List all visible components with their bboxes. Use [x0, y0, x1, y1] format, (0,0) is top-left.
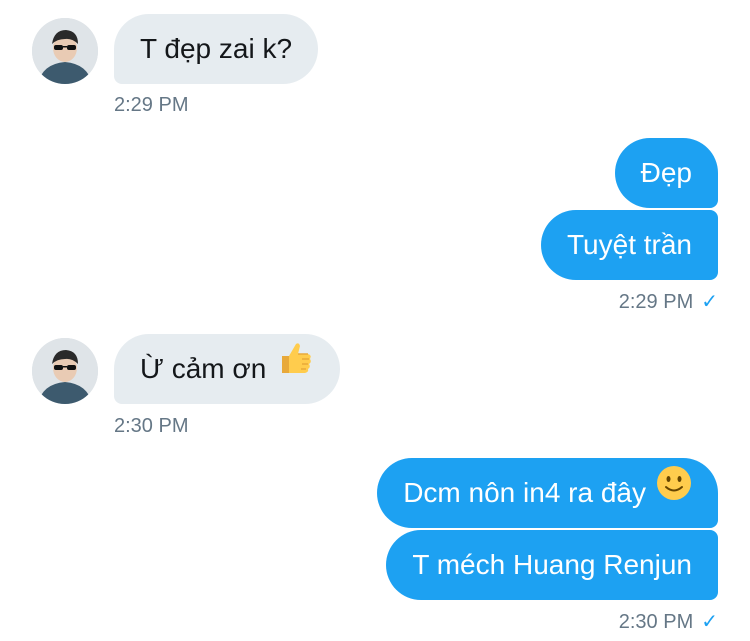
avatar-image	[32, 338, 98, 404]
avatar[interactable]	[32, 18, 98, 84]
incoming-message-bubble[interactable]: Ừ cảm ơn	[114, 333, 341, 404]
message-timestamp: 2:30 PM	[114, 414, 188, 438]
slightly-smiling-face-icon	[656, 457, 692, 527]
message-text: Dcm nôn in4 ra đây	[403, 477, 646, 508]
incoming-message-bubble[interactable]: T đẹp zai k?	[114, 14, 319, 84]
read-checkmark-icon: ✓	[701, 611, 718, 633]
message-text: T méch Huang Renjun	[412, 549, 692, 580]
avatar-image	[32, 18, 98, 84]
message-timestamp: 2:29 PM	[114, 93, 188, 117]
outgoing-message-bubble[interactable]: T méch Huang Renjun	[386, 530, 718, 600]
timestamp-text: 2:29 PM	[114, 94, 189, 116]
outgoing-message-bubble[interactable]: Dcm nôn in4 ra đây	[377, 458, 718, 528]
message-text: T đẹp zai k?	[140, 33, 293, 64]
timestamp-text: 2:30 PM	[618, 611, 694, 633]
dm-thread: T đẹp zai k? 2:29 PM Đẹp Tuyệt trần 2:29…	[0, 0, 750, 641]
outgoing-message-bubble[interactable]: Tuyệt trần	[540, 210, 718, 280]
thumbs-up-icon	[276, 333, 314, 403]
message-timestamp: 2:30 PM ✓	[619, 610, 718, 634]
message-text: Đẹp	[640, 157, 692, 188]
read-checkmark-icon: ✓	[701, 291, 718, 313]
timestamp-text: 2:29 PM	[618, 291, 694, 313]
outgoing-message-bubble[interactable]: Đẹp	[614, 138, 718, 208]
message-text: Ừ cảm ơn	[140, 353, 267, 384]
message-timestamp: 2:29 PM ✓	[619, 290, 718, 314]
message-text: Tuyệt trần	[566, 229, 692, 260]
timestamp-text: 2:30 PM	[114, 415, 189, 437]
avatar[interactable]	[32, 338, 98, 404]
